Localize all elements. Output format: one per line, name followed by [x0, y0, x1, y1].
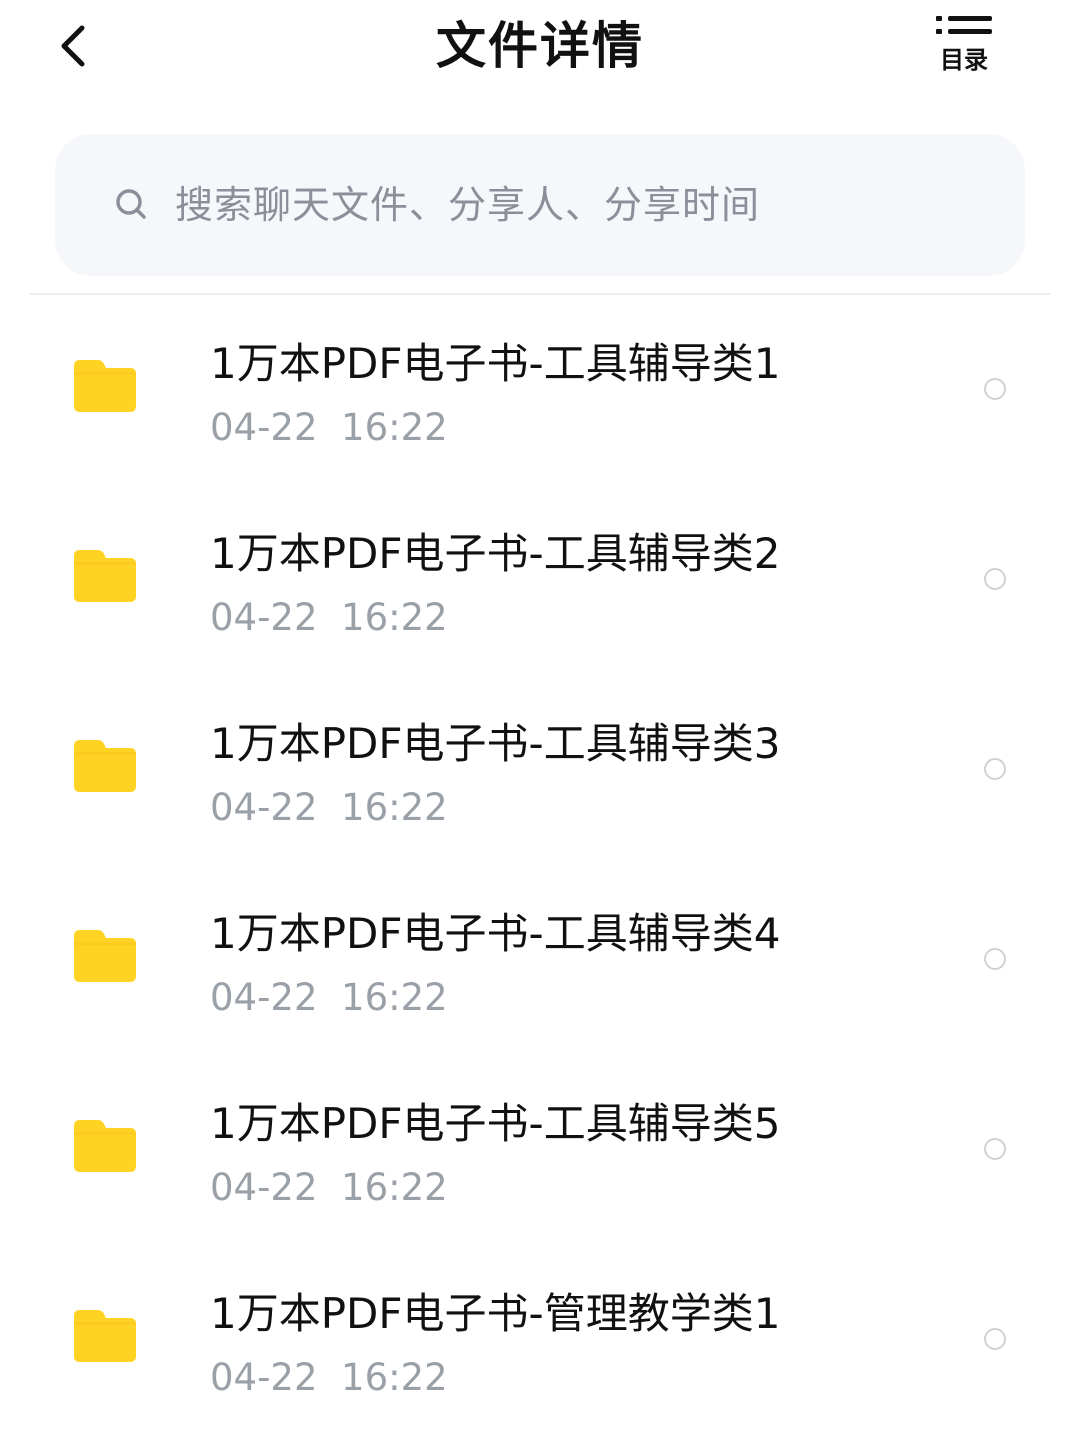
file-name: 1万本PDF电子书-工具辅导类4	[210, 909, 781, 958]
list-icon	[936, 16, 992, 34]
search-placeholder: 搜索聊天文件、分享人、分享时间	[175, 183, 761, 227]
file-row[interactable]: 1万本PDF电子书-工具辅导类5 04-22 16:22	[0, 1056, 1080, 1246]
toc-button[interactable]: 目录	[928, 14, 1000, 80]
file-name: 1万本PDF电子书-工具辅导类5	[210, 1099, 781, 1148]
folder-icon	[74, 360, 136, 412]
file-row[interactable]: 1万本PDF电子书-工具辅导类3 04-22 16:22	[0, 676, 1080, 866]
file-time: 04-22 16:22	[210, 786, 448, 829]
select-radio[interactable]	[984, 758, 1006, 780]
search-input[interactable]: 搜索聊天文件、分享人、分享时间	[55, 134, 1025, 276]
folder-icon	[74, 550, 136, 602]
file-time: 04-22 16:22	[210, 1356, 448, 1399]
select-radio[interactable]	[984, 568, 1006, 590]
file-list: 1万本PDF电子书-工具辅导类1 04-22 16:22 1万本PDF电子书-工…	[0, 296, 1080, 1436]
select-radio[interactable]	[984, 378, 1006, 400]
file-time: 04-22 16:22	[210, 596, 448, 639]
select-radio[interactable]	[984, 1328, 1006, 1350]
file-row[interactable]: 1万本PDF电子书-工具辅导类1 04-22 16:22	[0, 296, 1080, 486]
file-time: 04-22 16:22	[210, 976, 448, 1019]
file-row[interactable]: 1万本PDF电子书-工具辅导类4 04-22 16:22	[0, 866, 1080, 1056]
divider	[30, 293, 1050, 295]
file-name: 1万本PDF电子书-管理教学类1	[210, 1289, 781, 1338]
folder-icon	[74, 1310, 136, 1362]
folder-icon	[74, 740, 136, 792]
page-title: 文件详情	[436, 17, 644, 75]
toc-label: 目录	[940, 46, 988, 74]
folder-icon	[74, 930, 136, 982]
file-time: 04-22 16:22	[210, 1166, 448, 1209]
search-icon	[116, 189, 146, 219]
file-name: 1万本PDF电子书-工具辅导类1	[210, 339, 781, 388]
file-name: 1万本PDF电子书-工具辅导类2	[210, 529, 781, 578]
select-radio[interactable]	[984, 948, 1006, 970]
select-radio[interactable]	[984, 1138, 1006, 1160]
file-row[interactable]: 1万本PDF电子书-工具辅导类2 04-22 16:22	[0, 486, 1080, 676]
file-row[interactable]: 1万本PDF电子书-管理教学类1 04-22 16:22	[0, 1246, 1080, 1436]
folder-icon	[74, 1120, 136, 1172]
file-time: 04-22 16:22	[210, 406, 448, 449]
file-name: 1万本PDF电子书-工具辅导类3	[210, 719, 781, 768]
top-bar: 文件详情 目录	[0, 0, 1080, 100]
